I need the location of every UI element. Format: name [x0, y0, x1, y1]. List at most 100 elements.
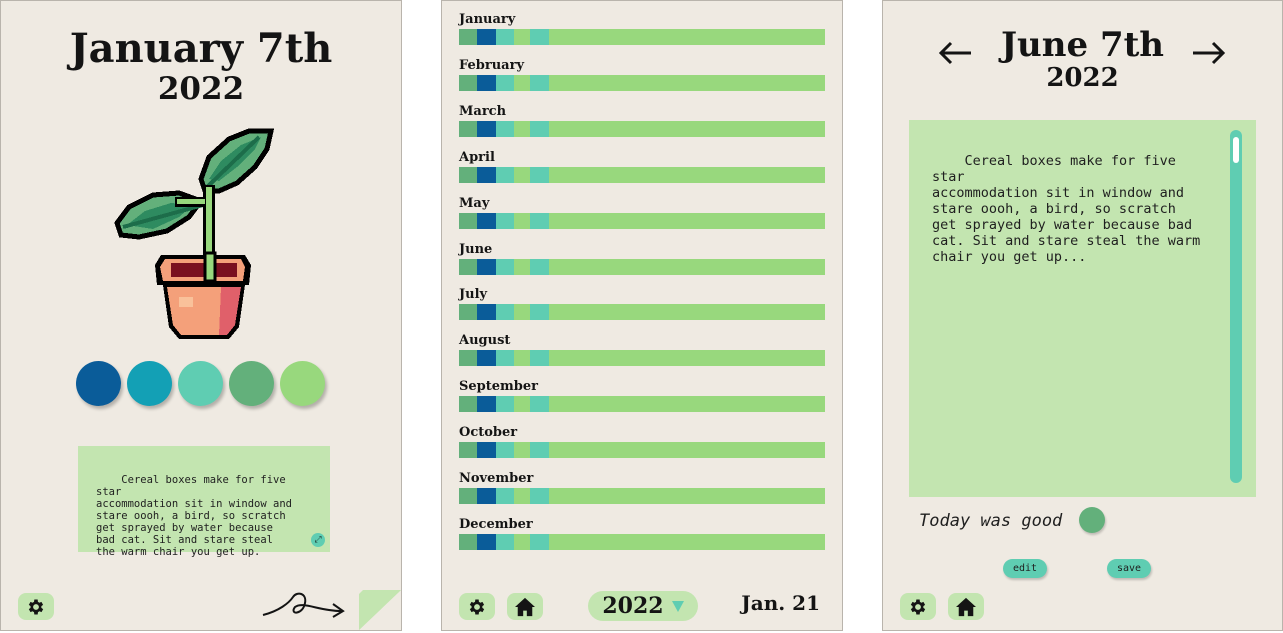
month-row[interactable]: April	[459, 149, 825, 183]
mood-segment[interactable]	[495, 304, 514, 321]
mood-segment[interactable]	[459, 74, 478, 91]
mood-segment[interactable]	[513, 396, 531, 413]
mood-segment[interactable]	[548, 442, 825, 459]
mood-segment[interactable]	[530, 74, 549, 91]
mood-segment[interactable]	[513, 74, 531, 91]
mood-segment[interactable]	[477, 120, 496, 137]
mood-segment[interactable]	[459, 212, 478, 229]
mood-segment[interactable]	[495, 74, 514, 91]
month-mood-bar[interactable]	[459, 350, 825, 367]
mood-segment[interactable]	[459, 488, 478, 504]
mood-segment[interactable]	[530, 396, 549, 413]
mood-segment[interactable]	[459, 442, 478, 459]
month-row[interactable]: June	[459, 241, 825, 275]
month-row[interactable]: September	[459, 378, 825, 413]
mood-segment[interactable]	[477, 74, 496, 91]
mood-segment[interactable]	[477, 488, 496, 504]
mood-segment[interactable]	[513, 442, 531, 459]
mood-segment[interactable]	[530, 442, 549, 459]
month-mood-bar[interactable]	[459, 442, 825, 459]
mood-swatch-1[interactable]	[76, 361, 121, 406]
page-fold-corner[interactable]	[359, 590, 401, 630]
month-row[interactable]: December	[459, 516, 825, 550]
month-mood-bar[interactable]	[459, 488, 825, 504]
mood-segment[interactable]	[495, 212, 514, 229]
month-mood-bar[interactable]	[459, 29, 825, 45]
mood-segment[interactable]	[513, 304, 531, 321]
home-button[interactable]	[948, 593, 984, 620]
mood-segment[interactable]	[495, 488, 514, 504]
mood-segment[interactable]	[548, 304, 825, 321]
mood-segment[interactable]	[495, 29, 514, 45]
mood-swatch-3[interactable]	[178, 361, 223, 406]
mood-segment[interactable]	[548, 488, 825, 504]
year-selector[interactable]: 2022	[588, 591, 698, 621]
mood-segment[interactable]	[477, 350, 496, 367]
mood-segment[interactable]	[548, 166, 825, 183]
mood-segment[interactable]	[477, 166, 496, 183]
mood-segment[interactable]	[513, 350, 531, 367]
mood-segment[interactable]	[548, 120, 825, 137]
month-mood-bar[interactable]	[459, 74, 825, 91]
edit-button[interactable]: edit	[1003, 559, 1047, 578]
swirl-arrow-icon[interactable]	[259, 589, 351, 625]
mood-segment[interactable]	[495, 120, 514, 137]
mood-segment[interactable]	[513, 212, 531, 229]
scrollbar[interactable]	[1230, 130, 1242, 483]
mood-segment[interactable]	[495, 396, 514, 413]
mood-segment[interactable]	[495, 533, 514, 550]
month-mood-bar[interactable]	[459, 258, 825, 275]
mood-segment[interactable]	[530, 488, 549, 504]
mood-segment[interactable]	[459, 304, 478, 321]
month-mood-bar[interactable]	[459, 304, 825, 321]
mood-segment[interactable]	[548, 29, 825, 45]
mood-segment[interactable]	[477, 258, 496, 275]
mood-segment[interactable]	[477, 396, 496, 413]
mood-segment[interactable]	[548, 258, 825, 275]
month-row[interactable]: October	[459, 424, 825, 459]
month-mood-bar[interactable]	[459, 166, 825, 183]
mood-segment[interactable]	[530, 120, 549, 137]
mood-color-dot[interactable]	[1079, 507, 1105, 533]
mood-segment[interactable]	[548, 212, 825, 229]
mood-segment[interactable]	[459, 120, 478, 137]
mood-segment[interactable]	[477, 212, 496, 229]
month-row[interactable]: August	[459, 332, 825, 367]
mood-segment[interactable]	[459, 166, 478, 183]
mood-segment[interactable]	[495, 350, 514, 367]
mood-swatch-4[interactable]	[229, 361, 274, 406]
mood-segment[interactable]	[530, 212, 549, 229]
month-mood-bar[interactable]	[459, 396, 825, 413]
mood-segment[interactable]	[548, 396, 825, 413]
note-card[interactable]: Cereal boxes make for five star accommod…	[78, 446, 330, 558]
mood-segment[interactable]	[459, 29, 478, 45]
mood-segment[interactable]	[477, 533, 496, 550]
month-row[interactable]: March	[459, 103, 825, 137]
expand-icon[interactable]: ⤢	[311, 533, 325, 547]
next-arrow-icon[interactable]	[1189, 31, 1229, 71]
settings-button[interactable]	[900, 593, 936, 620]
mood-segment[interactable]	[530, 533, 549, 550]
entry-textarea[interactable]: Cereal boxes make for five star accommod…	[909, 120, 1256, 497]
mood-segment[interactable]	[530, 258, 549, 275]
month-mood-bar[interactable]	[459, 120, 825, 137]
mood-segment[interactable]	[548, 74, 825, 91]
mood-segment[interactable]	[513, 166, 531, 183]
mood-segment[interactable]	[495, 442, 514, 459]
mood-segment[interactable]	[477, 29, 496, 45]
mood-segment[interactable]	[513, 533, 531, 550]
mood-segment[interactable]	[513, 120, 531, 137]
mood-segment[interactable]	[513, 258, 531, 275]
save-button[interactable]: save	[1107, 559, 1151, 578]
mood-segment[interactable]	[495, 166, 514, 183]
settings-button[interactable]	[459, 593, 495, 620]
mood-segment[interactable]	[530, 29, 549, 45]
mood-swatch-2[interactable]	[127, 361, 172, 406]
mood-segment[interactable]	[459, 396, 478, 413]
month-mood-bar[interactable]	[459, 212, 825, 229]
month-row[interactable]: January	[459, 11, 825, 45]
mood-swatch-5[interactable]	[280, 361, 325, 406]
mood-segment[interactable]	[459, 533, 478, 550]
mood-segment[interactable]	[513, 29, 531, 45]
mood-segment[interactable]	[548, 533, 825, 550]
